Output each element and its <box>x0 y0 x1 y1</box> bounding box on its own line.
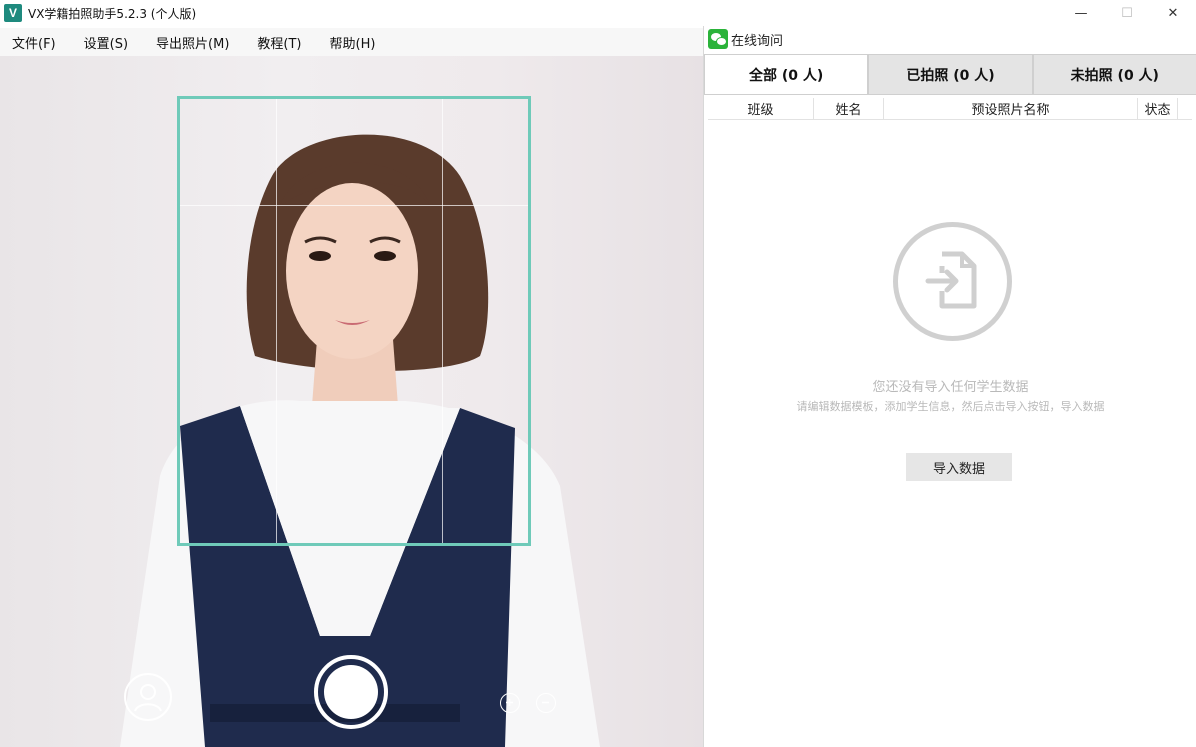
column-class[interactable]: 班级 <box>708 98 814 119</box>
menu-file[interactable]: 文件(F) <box>12 33 56 52</box>
title-bar: V VX学籍拍照助手5.2.3 (个人版) — ☐ ✕ <box>0 0 1196 26</box>
column-photo-name[interactable]: 预设照片名称 <box>884 98 1138 119</box>
app-logo-icon: V <box>4 4 22 22</box>
filter-tabs: 全部 (0 人) 已拍照 (0 人) 未拍照 (0 人) <box>704 54 1196 95</box>
empty-state-subtitle: 请编辑数据模板，添加学生信息，然后点击导入按钮，导入数据 <box>796 400 1105 413</box>
zoom-in-icon[interactable] <box>500 693 520 713</box>
online-consult-link[interactable]: 在线询问 <box>708 29 783 49</box>
column-status[interactable]: 状态 <box>1138 98 1178 119</box>
menu-bar: 文件(F) 设置(S) 导出照片(M) 教程(T) 帮助(H) <box>0 28 703 56</box>
column-name[interactable]: 姓名 <box>814 98 884 119</box>
close-button[interactable]: ✕ <box>1150 0 1196 26</box>
face-guide-frame <box>177 96 531 546</box>
avatar-icon[interactable] <box>124 673 172 721</box>
tab-photographed[interactable]: 已拍照 (0 人) <box>868 54 1033 94</box>
shutter-inner <box>324 665 378 719</box>
empty-state-title: 您还没有导入任何学生数据 <box>872 380 1029 395</box>
wechat-icon <box>708 29 728 49</box>
person-icon <box>134 684 162 712</box>
student-panel: 在线询问 全部 (0 人) 已拍照 (0 人) 未拍照 (0 人) 班级 姓名 … <box>703 26 1196 747</box>
tab-all[interactable]: 全部 (0 人) <box>704 54 869 94</box>
shutter-button[interactable] <box>314 655 388 729</box>
camera-preview <box>0 56 703 747</box>
menu-export-photos[interactable]: 导出照片(M) <box>156 33 229 52</box>
import-data-button[interactable]: 导入数据 <box>906 453 1012 481</box>
import-file-icon <box>893 222 1012 341</box>
tab-not-photographed[interactable]: 未拍照 (0 人) <box>1032 54 1196 94</box>
maximize-button[interactable]: ☐ <box>1104 0 1150 26</box>
window-controls: — ☐ ✕ <box>1058 0 1196 26</box>
window-title: VX学籍拍照助手5.2.3 (个人版) <box>28 6 197 21</box>
zoom-out-icon[interactable] <box>536 693 556 713</box>
minimize-button[interactable]: — <box>1058 0 1104 26</box>
menu-help[interactable]: 帮助(H) <box>330 33 376 52</box>
table-header: 班级 姓名 预设照片名称 状态 <box>708 98 1192 120</box>
menu-settings[interactable]: 设置(S) <box>84 33 128 52</box>
online-consult-label: 在线询问 <box>731 33 784 49</box>
menu-tutorial[interactable]: 教程(T) <box>257 33 301 52</box>
